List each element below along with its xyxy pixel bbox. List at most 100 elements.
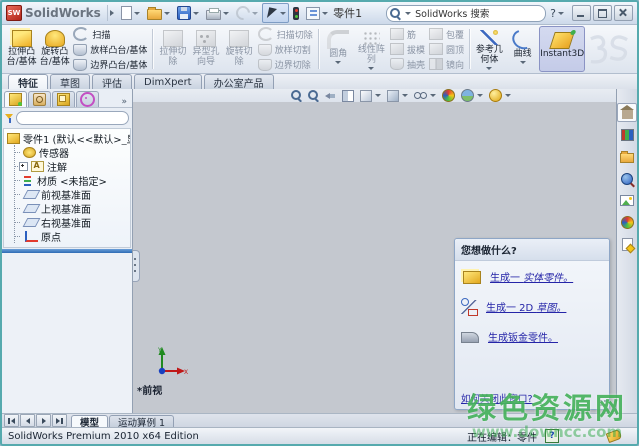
scroll-next-button[interactable] (36, 414, 51, 427)
options-button[interactable] (303, 3, 331, 23)
reference-geometry-dropdown-icon[interactable] (486, 67, 492, 70)
scroll-last-button[interactable] (52, 414, 67, 427)
undo-button[interactable] (233, 3, 261, 23)
tree-item-origin[interactable]: 原点 (15, 229, 130, 243)
expander-icon[interactable] (19, 162, 28, 171)
tab-configurationmanager[interactable] (52, 91, 75, 107)
tree-root-item[interactable]: 零件1 (默认<<默认>_显示状 (7, 131, 130, 145)
apply-scene-dropdown-icon[interactable] (477, 94, 483, 97)
view-orientation-dropdown-icon[interactable] (375, 94, 381, 97)
search-dropdown-icon[interactable] (405, 12, 411, 15)
boundary-cut-button[interactable]: 边界切除 (258, 58, 313, 71)
file-explorer-tab[interactable] (617, 147, 637, 166)
tab-propertymanager[interactable] (28, 91, 51, 107)
custom-properties-tab[interactable] (617, 235, 637, 254)
tree-item-plane[interactable]: 右视基准面 (15, 215, 130, 229)
linear-pattern-dropdown-icon[interactable] (368, 67, 374, 70)
doc-tab-模型[interactable]: 模型 (71, 415, 108, 427)
close-button[interactable] (614, 5, 633, 21)
select-dropdown-icon[interactable] (280, 12, 286, 15)
view-settings-button[interactable] (489, 89, 511, 102)
appearances-scenes-tab[interactable] (617, 213, 637, 232)
rib-button[interactable]: 筋 (390, 28, 425, 41)
solid-part-link[interactable]: 生成一 实体零件。 (490, 269, 573, 284)
hide-show-items-dropdown-icon[interactable] (430, 94, 436, 97)
sketch-2d-link[interactable]: 生成一 2D 草图。 (486, 299, 566, 314)
boundary-boss-button[interactable]: 边界凸台/基体 (73, 58, 147, 71)
reference-geometry-button[interactable]: 参考几何体 (473, 26, 506, 72)
sheet-metal-link[interactable]: 生成钣金零件。 (488, 329, 558, 344)
tags-icon[interactable] (606, 429, 623, 443)
tree-item-plane[interactable]: 前视基准面 (15, 187, 130, 201)
fillet-button[interactable]: 圆角 (322, 26, 355, 72)
save-dropdown-icon[interactable] (193, 12, 199, 15)
view-orientation-button[interactable] (360, 90, 381, 102)
doc-tab-运动算例 1[interactable]: 运动算例 1 (109, 415, 174, 427)
search-box[interactable] (386, 5, 546, 22)
sweep-cut-button[interactable]: 扫描切除 (258, 27, 313, 41)
undo-dropdown-icon[interactable] (252, 12, 258, 15)
more-tabs-chevron[interactable]: » (118, 97, 130, 107)
new-document-dropdown-icon[interactable] (134, 12, 140, 15)
tab-featuremanager[interactable] (4, 91, 27, 107)
hide-show-items-button[interactable] (414, 91, 436, 100)
print-button[interactable] (203, 3, 232, 23)
mirror-button[interactable]: 镜向 (429, 58, 464, 71)
resize-grip-icon[interactable] (599, 399, 607, 407)
help-button[interactable]: ? (548, 7, 566, 20)
tab-评估[interactable]: 评估 (92, 74, 132, 89)
zoom-to-area-button[interactable] (308, 90, 319, 101)
shell-button[interactable]: 抽壳 (390, 58, 425, 71)
tab-dimxpertmanager[interactable] (76, 91, 99, 107)
solidworks-resources-tab[interactable] (617, 103, 637, 122)
quick-tips-toggle-icon[interactable]: ? (545, 429, 559, 443)
previous-view-button[interactable] (325, 90, 336, 101)
open-button[interactable] (144, 3, 173, 23)
revolve-boss-button[interactable]: 旋转凸台/基体 (38, 26, 71, 72)
tree-item-material[interactable]: 材质 <未指定> (15, 173, 130, 187)
wrap-button[interactable]: 包覆 (429, 28, 464, 41)
tab-办公室产品[interactable]: 办公室产品 (204, 74, 274, 89)
dome-button[interactable]: 圆顶 (429, 43, 464, 56)
scroll-first-button[interactable] (4, 414, 19, 427)
scroll-prev-button[interactable] (20, 414, 35, 427)
tree-item-sensors[interactable]: 传感器 (15, 145, 130, 159)
tab-特征[interactable]: 特征 (8, 74, 48, 89)
select-button[interactable] (262, 3, 289, 23)
instant3d-button[interactable]: Instant3D (539, 26, 585, 72)
search-input[interactable] (413, 7, 539, 20)
tab-DimXpert[interactable]: DimXpert (134, 74, 202, 89)
tree-item-plane[interactable]: 上视基准面 (15, 201, 130, 215)
zoom-to-fit-button[interactable] (291, 90, 302, 101)
save-button[interactable] (174, 3, 202, 23)
fillet-dropdown-icon[interactable] (335, 61, 341, 64)
filter-input[interactable] (16, 111, 129, 125)
curves-dropdown-icon[interactable] (520, 61, 526, 64)
linear-pattern-button[interactable]: 线性阵列 (355, 26, 388, 72)
tab-草图[interactable]: 草图 (50, 74, 90, 89)
close-window-link[interactable]: 如何关闭此窗口? (455, 389, 609, 409)
print-dropdown-icon[interactable] (223, 12, 229, 15)
loft-cut-button[interactable]: 放样切割 (258, 43, 313, 56)
view-settings-dropdown-icon[interactable] (505, 94, 511, 97)
apply-scene-button[interactable] (461, 89, 483, 102)
display-style-dropdown-icon[interactable] (402, 94, 408, 97)
menu-flyout-button[interactable] (107, 5, 116, 21)
new-document-button[interactable] (118, 3, 143, 23)
revolve-cut-button[interactable]: 旋转切除 (223, 26, 256, 72)
design-library-tab[interactable] (617, 125, 637, 144)
help-dropdown-icon[interactable] (558, 12, 564, 15)
extrude-boss-button[interactable]: 拉伸凸台/基体 (5, 26, 38, 72)
loft-boss-button[interactable]: 放样凸台/基体 (73, 43, 147, 56)
panel-collapse-handle[interactable] (133, 250, 140, 282)
open-dropdown-icon[interactable] (164, 12, 170, 15)
minimize-button[interactable] (572, 5, 591, 21)
hole-wizard-button[interactable]: 异型孔向导 (189, 26, 222, 72)
search-tab[interactable] (617, 169, 637, 188)
edit-appearance-button[interactable] (442, 89, 455, 102)
maximize-button[interactable] (593, 5, 612, 21)
display-style-button[interactable] (387, 90, 408, 102)
section-view-button[interactable] (342, 90, 354, 102)
graphics-area[interactable]: Y X *前视 您想做什么? 生成一 实体零件。生成一 2D 草图。生成钣金零件… (133, 102, 616, 413)
draft-button[interactable]: 拔模 (390, 43, 425, 56)
